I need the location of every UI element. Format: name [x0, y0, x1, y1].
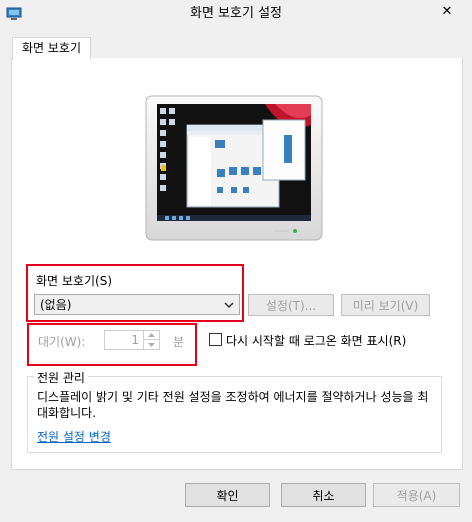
resume-logon-label[interactable]: 다시 시작할 때 로그온 화면 표시(R) [226, 332, 406, 349]
chevron-down-icon [224, 299, 234, 309]
wait-minutes-stepper[interactable]: 1 [104, 330, 160, 350]
spin-up-button[interactable] [144, 331, 159, 340]
settings-button[interactable]: 설정(T)... [248, 294, 334, 316]
minutes-unit-label: 분 [173, 335, 185, 349]
screensaver-selected: (없음) [40, 298, 72, 312]
wait-value: 1 [131, 333, 139, 347]
spin-buttons [143, 331, 159, 349]
wait-label: 대기(W): [38, 335, 86, 349]
power-management-title: 전원 관리 [34, 369, 88, 386]
window-title: 화면 보호기 설정 [190, 6, 282, 21]
close-icon: ✕ [441, 3, 453, 19]
apply-button[interactable]: 적용(A) [373, 483, 460, 507]
monitor-preview [145, 95, 323, 241]
ok-button[interactable]: 확인 [185, 483, 270, 507]
cancel-button[interactable]: 취소 [281, 483, 366, 507]
arrow-down-icon [148, 342, 155, 347]
arrow-up-icon [148, 333, 155, 337]
screensaver-label: 화면 보호기(S) [36, 274, 112, 288]
close-button[interactable]: ✕ [432, 1, 462, 21]
screensaver-dropdown[interactable]: (없음) [34, 294, 240, 315]
tab-screensaver[interactable]: 화면 보호기 [12, 37, 91, 60]
spin-down-button[interactable] [144, 340, 159, 349]
power-management-description: 디스플레이 밝기 및 기타 전원 설정을 조정하여 에너지를 절약하거나 성능을… [37, 390, 429, 420]
resume-logon-checkbox[interactable] [209, 333, 222, 346]
change-power-settings-link[interactable]: 전원 설정 변경 [37, 428, 111, 445]
preview-button[interactable]: 미리 보기(V) [341, 294, 430, 316]
